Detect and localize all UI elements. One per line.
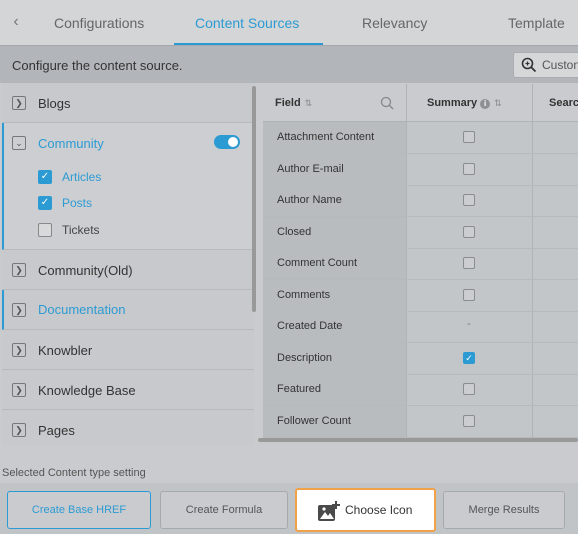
- header-label: Summary: [427, 97, 478, 109]
- subtype-label: Tickets: [62, 223, 100, 237]
- column-header-search[interactable]: Searc: [549, 97, 578, 109]
- field-name: Closed: [277, 226, 312, 238]
- source-item-documentation[interactable]: ❯ Documentation: [2, 290, 254, 330]
- community-toggle[interactable]: [214, 135, 240, 149]
- chevron-right-icon[interactable]: ❯: [12, 423, 26, 437]
- summary-checkbox[interactable]: [463, 131, 475, 143]
- summary-checkbox[interactable]: [463, 383, 475, 395]
- tab-content-sources[interactable]: Content Sources: [195, 15, 299, 31]
- source-label: Knowledge Base: [38, 383, 136, 398]
- zoom-search-icon: [521, 57, 537, 73]
- create-base-href-button[interactable]: Create Base HREF: [7, 491, 151, 529]
- summary-unavailable: -: [467, 318, 471, 330]
- field-name: Follower Count: [277, 415, 351, 427]
- add-image-icon: [318, 501, 340, 521]
- chevron-right-icon[interactable]: ❯: [12, 96, 26, 110]
- table-row: Author E-mail: [263, 154, 578, 186]
- source-label: Blogs: [38, 96, 71, 111]
- config-bar: Configure the content source. Custon: [0, 45, 578, 83]
- field-name: Attachment Content: [277, 131, 375, 143]
- chevron-left-icon[interactable]: ‹: [8, 12, 24, 32]
- create-formula-button[interactable]: Create Formula: [160, 491, 288, 529]
- chevron-right-icon[interactable]: ❯: [12, 303, 26, 317]
- subtype-label: Posts: [62, 196, 93, 210]
- summary-checkbox[interactable]: [463, 415, 475, 427]
- field-name: Created Date: [277, 320, 343, 332]
- source-label: Community: [38, 136, 104, 151]
- header-label: Field: [275, 97, 301, 109]
- tab-template[interactable]: Template: [508, 15, 565, 31]
- source-label: Community(Old): [38, 263, 133, 278]
- summary-checkbox[interactable]: [463, 226, 475, 238]
- field-table: Field ⇅ Summary i ⇅ Searc Attachment Conten…: [263, 84, 578, 442]
- checkbox[interactable]: [38, 223, 52, 237]
- source-label: Knowbler: [38, 343, 93, 358]
- search-icon[interactable]: [380, 96, 394, 110]
- source-item-knowbler[interactable]: ❯ Knowbler: [2, 330, 254, 370]
- column-header-summary[interactable]: Summary i ⇅: [427, 97, 502, 109]
- chevron-right-icon[interactable]: ❯: [12, 263, 26, 277]
- info-icon[interactable]: i: [480, 99, 491, 109]
- config-instructions: Configure the content source.: [12, 58, 183, 73]
- table-row: Comments: [263, 280, 578, 312]
- table-row: Comment Count: [263, 248, 578, 280]
- choose-icon-button[interactable]: Choose Icon: [295, 488, 436, 532]
- field-name: Author Name: [277, 194, 342, 206]
- merge-results-button[interactable]: Merge Results: [443, 491, 565, 529]
- content-source-list: ❯ Blogs ⌄ Community ✓ Articles ✓ Posts T…: [2, 83, 254, 445]
- table-row: Follower Count: [263, 406, 578, 438]
- summary-checkbox[interactable]: [463, 289, 475, 301]
- field-name: Featured: [277, 383, 322, 395]
- chevron-right-icon[interactable]: ❯: [12, 343, 26, 357]
- custom-button[interactable]: Custon: [513, 52, 578, 78]
- field-name: Comment Count: [277, 257, 358, 269]
- field-name: Author E-mail: [277, 163, 344, 175]
- chevron-down-icon[interactable]: ⌄: [12, 136, 26, 150]
- source-label: Pages: [38, 423, 75, 438]
- table-row: Author Name: [263, 185, 578, 217]
- table-header: Field ⇅ Summary i ⇅ Searc: [263, 84, 578, 122]
- source-item-pages[interactable]: ❯ Pages: [2, 410, 254, 445]
- choose-icon-label: Choose Icon: [345, 503, 413, 517]
- table-row: Closed: [263, 217, 578, 249]
- subtype-label: Articles: [62, 170, 102, 184]
- source-item-community-old[interactable]: ❯ Community(Old): [2, 250, 254, 290]
- custom-button-label: Custon: [542, 58, 578, 72]
- sort-icon[interactable]: ⇅: [494, 98, 502, 108]
- field-name: Description: [277, 352, 333, 364]
- table-row: Featured: [263, 374, 578, 406]
- tab-bar: ‹ Configurations Content Sources Relevan…: [0, 0, 578, 45]
- summary-checkbox[interactable]: [463, 163, 475, 175]
- summary-checkbox[interactable]: [463, 257, 475, 269]
- table-row: Created Date -: [263, 311, 578, 343]
- toggle-knob: [228, 137, 238, 147]
- source-item-community[interactable]: ⌄ Community ✓ Articles ✓ Posts Tickets: [2, 123, 254, 250]
- summary-checkbox[interactable]: [463, 194, 475, 206]
- column-header-field[interactable]: Field ⇅: [275, 97, 312, 109]
- source-label: Documentation: [38, 302, 126, 317]
- table-row: Attachment Content: [263, 122, 578, 154]
- source-item-knowledge-base[interactable]: ❯ Knowledge Base: [2, 370, 254, 410]
- tab-relevancy[interactable]: Relevancy: [362, 15, 427, 31]
- chevron-right-icon[interactable]: ❯: [12, 383, 26, 397]
- table-horizontal-scrollbar[interactable]: [258, 438, 578, 442]
- action-bar: Create Base HREF Create Formula Choose I…: [0, 483, 578, 534]
- table-row: Description ✓: [263, 343, 578, 375]
- summary-checkbox[interactable]: ✓: [463, 352, 475, 364]
- section-label: Selected Content type setting: [2, 467, 146, 479]
- sort-icon[interactable]: ⇅: [305, 98, 313, 108]
- field-name: Comments: [277, 289, 331, 301]
- source-item-blogs[interactable]: ❯ Blogs: [2, 83, 254, 123]
- checkbox[interactable]: ✓: [38, 170, 52, 184]
- tab-configurations[interactable]: Configurations: [54, 15, 144, 31]
- source-list-scrollbar[interactable]: [252, 86, 256, 312]
- checkbox[interactable]: ✓: [38, 196, 52, 210]
